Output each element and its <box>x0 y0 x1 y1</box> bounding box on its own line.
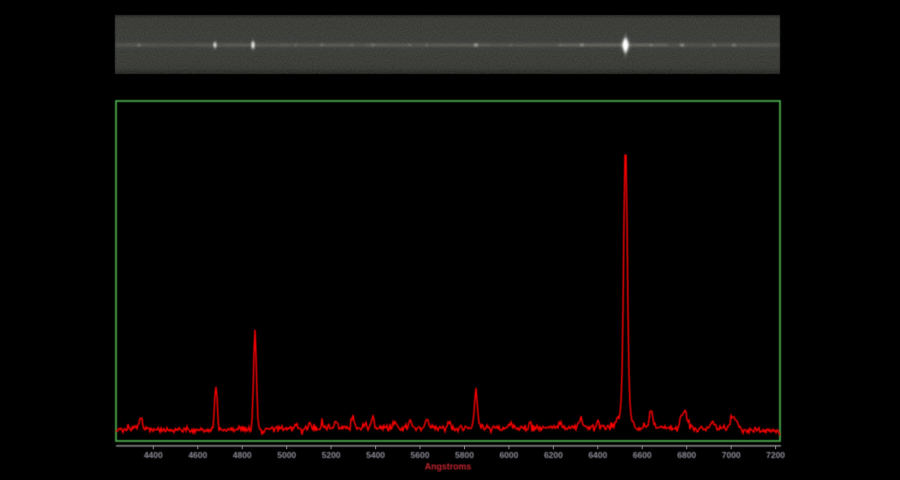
svg-text:6000: 6000 <box>499 450 518 460</box>
svg-text:5200: 5200 <box>322 450 341 460</box>
svg-text:4400: 4400 <box>144 450 163 460</box>
svg-text:7000: 7000 <box>722 450 741 460</box>
svg-text:5800: 5800 <box>455 450 474 460</box>
svg-text:4600: 4600 <box>188 450 207 460</box>
svg-text:5000: 5000 <box>277 450 296 460</box>
svg-text:Angstroms: Angstroms <box>425 462 472 472</box>
svg-text:6200: 6200 <box>544 450 563 460</box>
svg-text:6800: 6800 <box>677 450 696 460</box>
svg-text:5600: 5600 <box>411 450 430 460</box>
svg-text:6600: 6600 <box>633 450 652 460</box>
svg-text:7200: 7200 <box>766 450 785 460</box>
svg-text:4800: 4800 <box>233 450 252 460</box>
svg-text:5400: 5400 <box>366 450 385 460</box>
svg-text:6400: 6400 <box>588 450 607 460</box>
